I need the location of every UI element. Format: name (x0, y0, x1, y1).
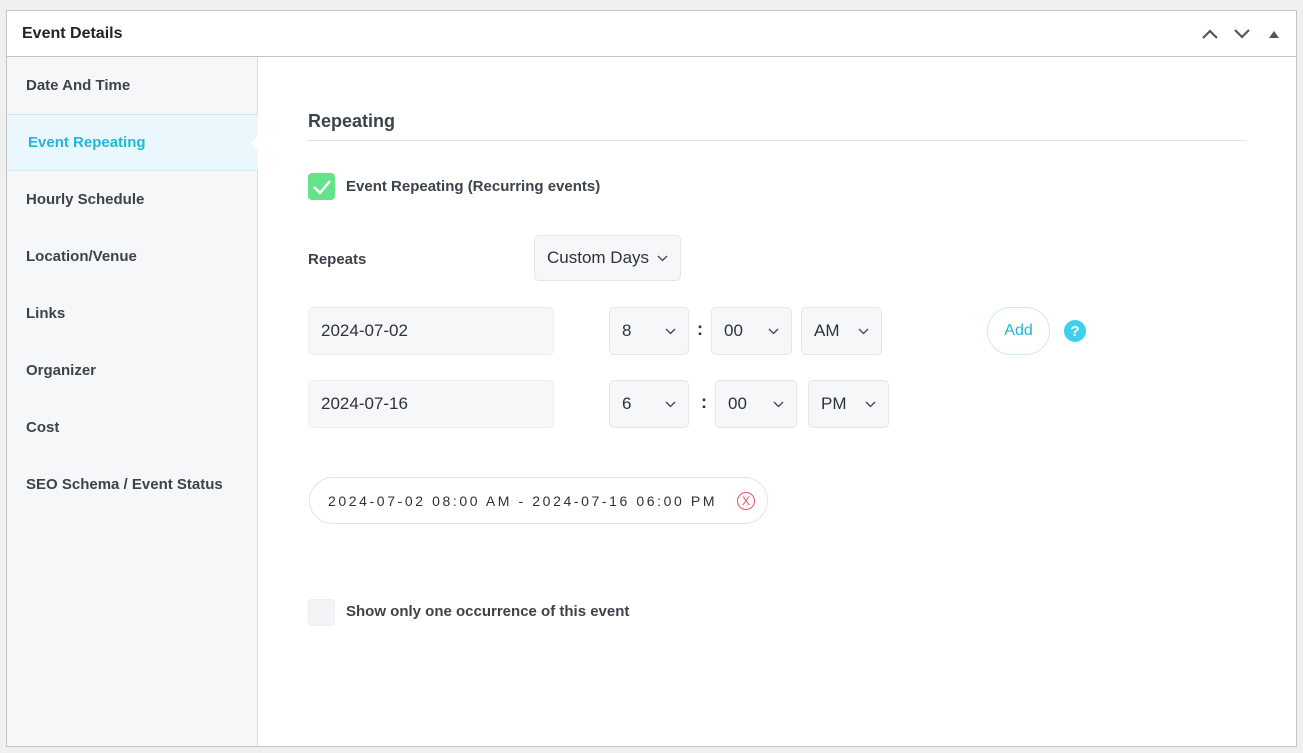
repeats-select[interactable]: Custom Days (534, 235, 681, 281)
sidebar-item-organizer[interactable]: Organizer (7, 342, 257, 399)
start-minute-value: 00 (724, 321, 743, 340)
chevron-down-icon (665, 328, 676, 334)
checkmark-icon (312, 179, 331, 195)
sidebar-item-hourly-schedule[interactable]: Hourly Schedule (7, 171, 257, 228)
sidebar-item-cost[interactable]: Cost (7, 399, 257, 456)
end-minute-select[interactable]: 00 (715, 380, 797, 428)
add-button[interactable]: Add (987, 307, 1050, 355)
metabox-header: Event Details (7, 11, 1296, 57)
time-separator: : (697, 319, 703, 339)
start-hour-value: 8 (622, 321, 632, 340)
chevron-down-icon (865, 401, 876, 407)
event-repeating-label: Event Repeating (Recurring events) (346, 178, 601, 195)
chevron-down-icon (665, 401, 676, 407)
start-date-value: 2024-07-02 (321, 321, 408, 340)
time-separator: : (701, 392, 707, 412)
start-minute-select[interactable]: 00 (711, 307, 792, 355)
main-panel: Repeating Event Repeating (Recurring eve… (258, 57, 1296, 746)
move-down-button[interactable] (1226, 21, 1258, 47)
sidebar-item-date-and-time[interactable]: Date And Time (7, 57, 257, 114)
repeats-label: Repeats (308, 251, 367, 268)
sidebar: Date And Time Event Repeating Hourly Sch… (7, 57, 259, 746)
chevron-up-icon (1202, 29, 1218, 39)
start-date-input[interactable]: 2024-07-02 (308, 307, 554, 355)
move-up-button[interactable] (1194, 21, 1226, 47)
end-hour-value: 6 (622, 394, 632, 413)
end-date-input[interactable]: 2024-07-16 (308, 380, 554, 428)
caret-up-icon (1269, 31, 1279, 38)
remove-range-icon[interactable]: X (737, 492, 755, 510)
start-ampm-select[interactable]: AM (801, 307, 882, 355)
repeat-range-text: 2024-07-02 08:00 AM - 2024-07-16 06:00 P… (328, 492, 718, 509)
end-hour-select[interactable]: 6 (609, 380, 689, 428)
end-minute-value: 00 (728, 394, 747, 413)
sidebar-item-seo-schema[interactable]: SEO Schema / Event Status (7, 456, 257, 513)
section-title: Repeating (308, 111, 1247, 141)
handle-actions (1194, 21, 1290, 47)
start-ampm-value: AM (814, 321, 840, 340)
repeat-range-item: 2024-07-02 08:00 AM - 2024-07-16 06:00 P… (309, 477, 768, 524)
sidebar-item-event-repeating[interactable]: Event Repeating (7, 114, 259, 171)
end-date-value: 2024-07-16 (321, 394, 408, 413)
chevron-down-icon (768, 328, 779, 334)
chevron-down-icon (773, 401, 784, 407)
event-details-metabox: Event Details Date And Time Event Repeat… (6, 10, 1297, 747)
event-repeating-checkbox[interactable] (308, 173, 335, 200)
sidebar-item-location-venue[interactable]: Location/Venue (7, 228, 257, 285)
chevron-down-icon (858, 328, 869, 334)
end-ampm-value: PM (821, 394, 847, 413)
one-occurrence-label: Show only one occurrence of this event (346, 603, 630, 620)
start-hour-select[interactable]: 8 (609, 307, 689, 355)
sidebar-item-links[interactable]: Links (7, 285, 257, 342)
end-ampm-select[interactable]: PM (808, 380, 889, 428)
help-icon[interactable]: ? (1064, 320, 1086, 342)
repeats-value: Custom Days (547, 248, 650, 267)
chevron-down-icon (657, 255, 668, 261)
toggle-panel-button[interactable] (1258, 21, 1290, 47)
chevron-down-icon (1234, 29, 1250, 39)
one-occurrence-checkbox[interactable] (308, 599, 335, 626)
metabox-title: Event Details (22, 25, 123, 42)
metabox-body: Date And Time Event Repeating Hourly Sch… (7, 57, 1296, 746)
